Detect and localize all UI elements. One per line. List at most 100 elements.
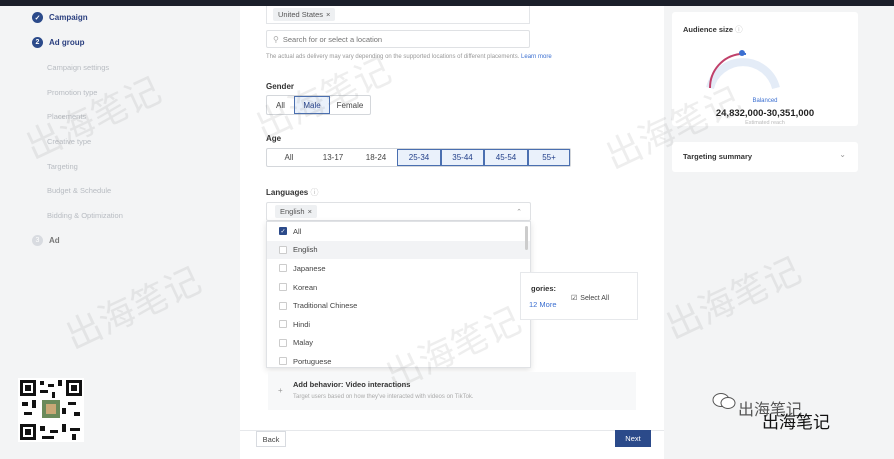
checkbox[interactable]	[279, 338, 287, 347]
option-label: English	[293, 245, 318, 255]
gender-female[interactable]: Female	[330, 96, 370, 114]
check-icon: ✓	[32, 12, 43, 23]
select-all-button[interactable]: ☑ Select All	[571, 290, 633, 306]
age-label: Age	[266, 134, 282, 143]
brand-watermark: 出海笔记	[762, 413, 830, 433]
checkbox-checked[interactable]: ✓	[279, 227, 287, 236]
languages-label: Languages ⓘ	[266, 187, 318, 198]
checkbox[interactable]	[279, 357, 287, 366]
age-selector: All 13-17 18-24 25-34 35-44 45-54 55+	[266, 148, 571, 167]
checkbox[interactable]	[279, 264, 287, 273]
audience-card: Audience size ⓘ Balanced 24,832,000-30,3…	[672, 12, 858, 126]
watermark: 出海笔记	[659, 250, 808, 349]
option-label: Hindi	[293, 319, 311, 329]
language-option-korean[interactable]: Korean	[267, 278, 530, 297]
age-13-17[interactable]: 13-17	[311, 149, 355, 166]
option-label: Traditional Chinese	[293, 301, 358, 311]
step-campaign[interactable]: ✓ Campaign	[32, 12, 88, 23]
behavior-desc: Target users based on how they've intera…	[293, 394, 474, 400]
language-option-english[interactable]: English	[267, 240, 530, 260]
chip-label: English	[280, 207, 305, 216]
plus-icon[interactable]: +	[278, 386, 283, 395]
option-label: Korean	[293, 282, 318, 292]
info-icon: ⓘ	[310, 188, 319, 197]
next-button[interactable]: Next	[615, 430, 651, 447]
checkbox[interactable]	[279, 245, 287, 254]
wechat-icon	[712, 392, 736, 410]
location-search[interactable]: ⚲	[266, 30, 530, 48]
language-option-japanese[interactable]: Japanese	[267, 259, 530, 278]
scrollbar[interactable]	[525, 226, 528, 250]
substep-targeting[interactable]: Targeting	[47, 162, 78, 171]
back-button[interactable]: Back	[256, 431, 286, 447]
note-text: The actual ads delivery may vary dependi…	[266, 54, 520, 60]
languages-label-text: Languages	[266, 188, 309, 197]
substep-campaign-settings[interactable]: Campaign settings	[47, 63, 109, 72]
age-55-plus[interactable]: 55+	[528, 149, 570, 166]
gender-male[interactable]: Male	[294, 96, 330, 114]
languages-select[interactable]: English × ⌃	[266, 202, 531, 221]
substep-placements[interactable]: Placements	[47, 112, 86, 121]
chevron-up-icon[interactable]: ⌃	[516, 208, 522, 216]
location-chip: United States ×	[273, 8, 336, 21]
language-option-traditional-chinese[interactable]: Traditional Chinese	[267, 296, 530, 315]
select-all-icon: ☑	[571, 295, 578, 302]
close-icon[interactable]: ×	[326, 10, 330, 19]
step-ad[interactable]: 3 Ad	[32, 235, 60, 246]
substep-creative-type[interactable]: Creative type	[47, 137, 91, 146]
checkbox[interactable]	[279, 301, 287, 310]
languages-dropdown: ✓ All English Japanese Korean Traditiona…	[266, 221, 531, 368]
audience-gauge	[706, 50, 780, 90]
learn-more-link[interactable]: Learn more	[521, 54, 552, 60]
info-icon: ⓘ	[735, 25, 743, 34]
targeting-summary-card[interactable]: Targeting summary ⌄	[672, 142, 858, 172]
step-number: 3	[32, 235, 43, 246]
behavior-title: Add behavior: Video interactions	[293, 380, 411, 389]
checkbox[interactable]	[279, 283, 287, 292]
gender-selector: All Male Female	[266, 95, 371, 115]
step-ad-group[interactable]: 2 Ad group	[32, 37, 85, 48]
substep-bidding-optimization[interactable]: Bidding & Optimization	[47, 211, 123, 220]
substep-promotion-type[interactable]: Promotion type	[47, 88, 97, 97]
select-all-label: Select All	[580, 294, 610, 302]
age-35-44[interactable]: 35-44	[441, 149, 484, 166]
option-label: All	[293, 226, 302, 236]
gender-label: Gender	[266, 82, 295, 91]
delivery-note: The actual ads delivery may vary dependi…	[266, 54, 552, 60]
audience-note: Estimated reach	[745, 120, 785, 126]
audience-range: 24,832,000-30,351,000	[715, 108, 815, 119]
audience-title: Audience size ⓘ	[683, 24, 743, 35]
qr-code	[18, 378, 84, 442]
more-link[interactable]: 12 More	[529, 300, 557, 309]
close-icon[interactable]: ×	[308, 207, 312, 216]
age-all[interactable]: All	[267, 149, 311, 166]
targeting-summary-title: Targeting summary	[683, 152, 753, 161]
audience-level: Balanced	[752, 98, 778, 104]
substep-budget-schedule[interactable]: Budget & Schedule	[47, 186, 111, 195]
audience-title-text: Audience size	[683, 25, 734, 34]
language-option-portuguese[interactable]: Portuguese	[267, 352, 530, 367]
language-option-hindi[interactable]: Hindi	[267, 315, 530, 334]
gender-all[interactable]: All	[267, 96, 294, 114]
option-label: Japanese	[293, 263, 326, 273]
search-input[interactable]	[282, 34, 503, 44]
chevron-down-icon[interactable]: ⌄	[839, 150, 846, 159]
step-label: Ad group	[49, 38, 85, 47]
checkbox[interactable]	[279, 320, 287, 329]
step-number: 2	[32, 37, 43, 48]
location-select[interactable]: United States ×	[266, 6, 530, 24]
age-18-24[interactable]: 18-24	[355, 149, 397, 166]
option-label: Malay	[293, 338, 314, 348]
age-45-54[interactable]: 45-54	[484, 149, 528, 166]
step-label: Ad	[49, 236, 60, 245]
option-label: Portuguese	[293, 356, 332, 366]
search-icon: ⚲	[273, 34, 279, 44]
chip-label: United States	[278, 10, 324, 19]
footer-divider	[240, 430, 664, 431]
language-option-all[interactable]: ✓ All	[267, 222, 530, 241]
age-25-34[interactable]: 25-34	[397, 149, 441, 166]
language-option-malay[interactable]: Malay	[267, 334, 530, 353]
categories-label: gories:	[531, 284, 557, 293]
language-chip: English ×	[275, 205, 317, 218]
behavior-section[interactable]: + Add behavior: Video interactions Targe…	[268, 372, 636, 410]
